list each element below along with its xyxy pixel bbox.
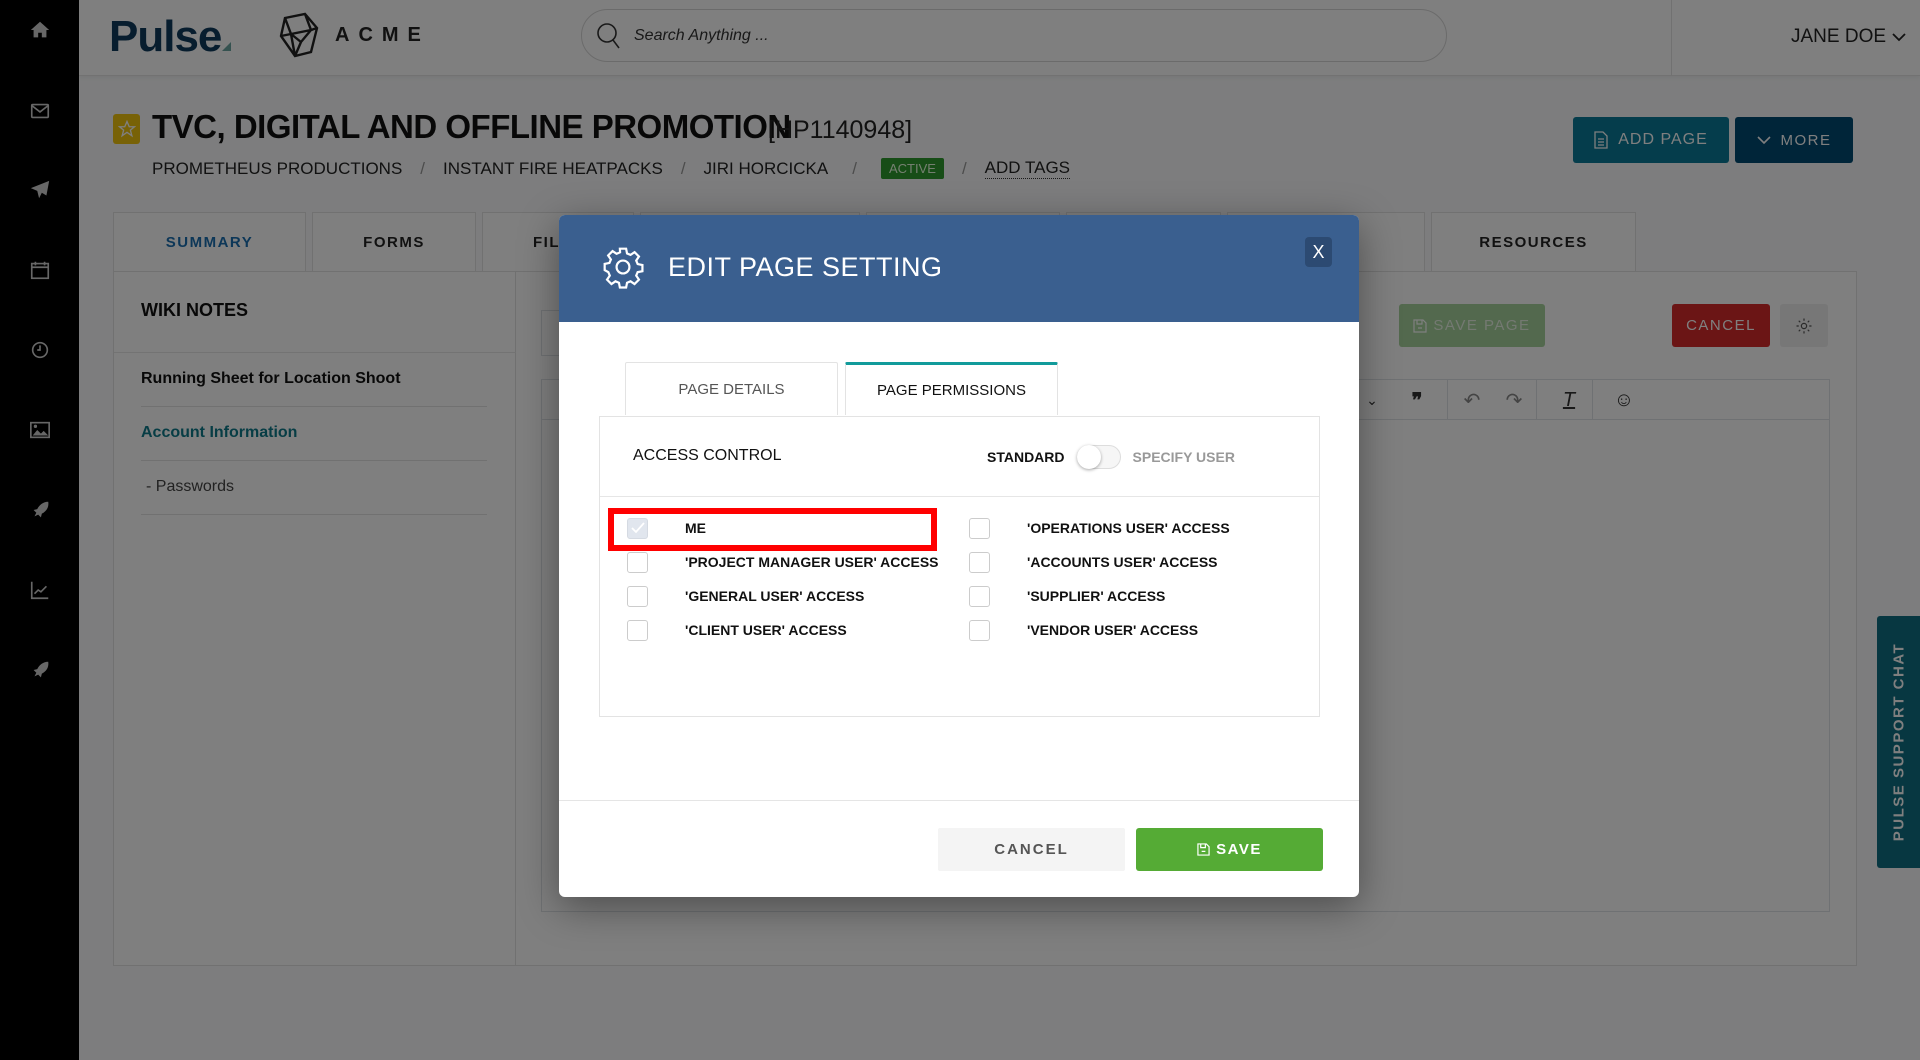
access-mode-toggle-group: STANDARD SPECIFY USER (987, 445, 1235, 469)
modal-footer-divider (559, 800, 1359, 801)
checkbox[interactable] (969, 517, 990, 539)
permission-vendor-user[interactable]: 'VENDOR USER' ACCESS (969, 617, 1198, 643)
checkmark-icon (630, 522, 645, 534)
access-control-label: ACCESS CONTROL (633, 447, 782, 464)
access-mode-toggle[interactable] (1076, 445, 1121, 469)
permission-label: 'ACCOUNTS USER' ACCESS (1027, 554, 1218, 570)
permission-client-user[interactable]: 'CLIENT USER' ACCESS (627, 617, 847, 643)
gear-icon (603, 247, 644, 289)
save-label: SAVE (1216, 841, 1262, 858)
toggle-standard-label: STANDARD (987, 449, 1065, 465)
checkbox[interactable] (969, 585, 990, 607)
modal-tabs: PAGE DETAILS PAGE PERMISSIONS (625, 362, 1058, 415)
permission-supplier[interactable]: 'SUPPLIER' ACCESS (969, 583, 1165, 609)
permission-label: 'OPERATIONS USER' ACCESS (1027, 520, 1230, 536)
modal-title: EDIT PAGE SETTING (668, 252, 943, 282)
permission-accounts-user[interactable]: 'ACCOUNTS USER' ACCESS (969, 549, 1218, 575)
checkbox[interactable] (969, 551, 990, 573)
edit-page-setting-modal: EDIT PAGE SETTING X PAGE DETAILS PAGE PE… (559, 215, 1359, 897)
permission-label: 'GENERAL USER' ACCESS (685, 588, 865, 604)
permission-project-manager-user[interactable]: 'PROJECT MANAGER USER' ACCESS (627, 549, 939, 575)
app: Pulse ACME JANE DOE TVC, DIGITAL AND OFF… (0, 0, 1920, 1060)
checkbox[interactable] (627, 517, 648, 539)
checkbox[interactable] (627, 551, 648, 573)
close-button[interactable]: X (1305, 237, 1332, 267)
checkbox[interactable] (627, 619, 648, 641)
permission-label: 'VENDOR USER' ACCESS (1027, 622, 1199, 638)
toggle-knob (1076, 445, 1101, 469)
permission-general-user[interactable]: 'GENERAL USER' ACCESS (627, 583, 864, 609)
modal-header: EDIT PAGE SETTING X (559, 215, 1359, 322)
permission-label: 'PROJECT MANAGER USER' ACCESS (685, 554, 939, 570)
permission-label: 'CLIENT USER' ACCESS (685, 622, 847, 638)
tab-page-permissions[interactable]: PAGE PERMISSIONS (845, 362, 1058, 415)
permission-me[interactable]: ME (627, 515, 706, 541)
permission-label: 'SUPPLIER' ACCESS (1027, 588, 1166, 604)
tab-page-details[interactable]: PAGE DETAILS (625, 362, 838, 415)
access-control-header: ACCESS CONTROL STANDARD SPECIFY USER (600, 417, 1319, 497)
checkbox[interactable] (627, 585, 648, 607)
permissions-panel: ACCESS CONTROL STANDARD SPECIFY USER ME … (599, 416, 1320, 717)
checkbox[interactable] (969, 619, 990, 641)
permission-operations-user[interactable]: 'OPERATIONS USER' ACCESS (969, 515, 1230, 541)
save-button[interactable]: SAVE (1136, 828, 1323, 871)
cancel-button[interactable]: CANCEL (938, 828, 1125, 871)
save-icon (1197, 843, 1210, 856)
toggle-specify-user-label: SPECIFY USER (1132, 449, 1235, 465)
permission-label: ME (685, 520, 706, 536)
